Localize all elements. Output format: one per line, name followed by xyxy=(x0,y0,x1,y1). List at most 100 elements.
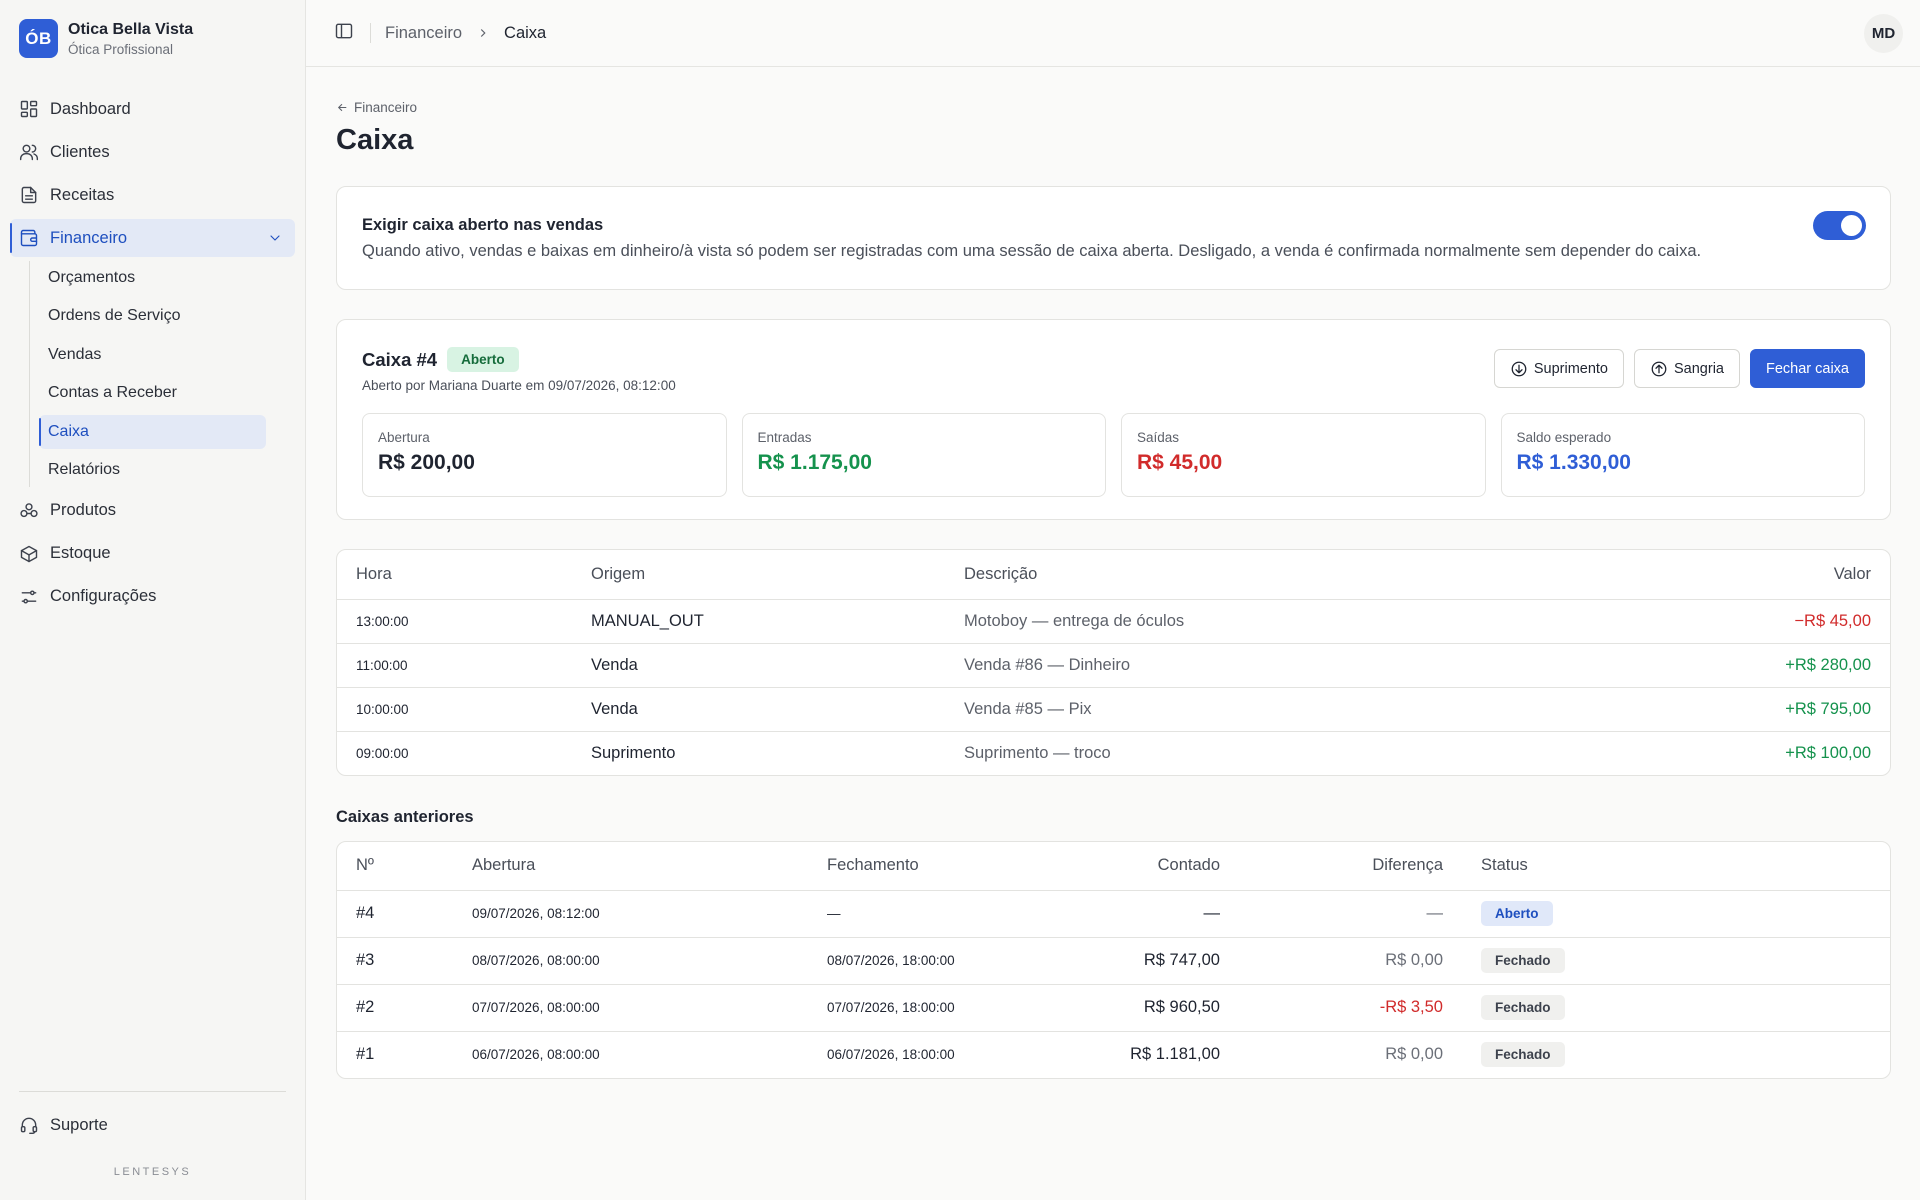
sidebar-item-label: Financeiro xyxy=(50,228,128,247)
cell-abertura: 06/07/2026, 08:00:00 xyxy=(472,1047,600,1063)
cell-status: Aberto xyxy=(1462,890,1890,938)
cell-hora: 10:00:00 xyxy=(337,687,572,732)
cell-origem: MANUAL_OUT xyxy=(572,599,945,644)
column-header-diferenca: Diferença xyxy=(1239,842,1462,891)
arrow-up-circle-icon xyxy=(1651,361,1667,376)
cell-descricao: Motoboy — entrega de óculos xyxy=(945,599,1568,644)
cell-descricao: Venda #85 — Pix xyxy=(945,687,1568,732)
cell-valor: +R$ 795,00 xyxy=(1567,687,1890,732)
table-row[interactable]: #3 08/07/2026, 08:00:00 08/07/2026, 18:00:… xyxy=(337,937,1890,985)
cell-fechamento: 08/07/2026, 18:00:00 xyxy=(808,937,1068,985)
close-cash-button[interactable]: Fechar caixa xyxy=(1749,349,1865,388)
table-row: 11:00:00 Venda Venda #86 — Dinheiro +R$ 280… xyxy=(337,643,1890,688)
stat-label: Saídas xyxy=(1137,430,1180,445)
cell-num: #1 xyxy=(356,1045,375,1064)
headset-icon xyxy=(20,1117,38,1135)
suprimento-button[interactable]: Suprimento xyxy=(1493,349,1624,388)
cell-valor: +R$ 100,00 xyxy=(1785,743,1871,762)
sidebar-item-label: Estoque xyxy=(50,544,111,563)
brand[interactable]: ÓB Otica Bella Vista Ótica Profissional xyxy=(0,0,305,60)
sidebar-item-label: Produtos xyxy=(50,501,117,520)
sidebar-item-receitas[interactable]: Receitas xyxy=(10,176,295,214)
cell-valor: +R$ 280,00 xyxy=(1567,643,1890,688)
box-icon xyxy=(20,545,38,563)
sidebar: ÓB Otica Bella Vista Ótica Profissional … xyxy=(0,0,306,1200)
cell-num: #2 xyxy=(337,984,453,1032)
stat-label: Abertura xyxy=(378,430,430,445)
sidebar-item-label: Clientes xyxy=(50,142,110,161)
toggle-knob xyxy=(1841,215,1862,236)
stat-saldo-esperado: Saldo esperado R$ 1.330,00 xyxy=(1500,413,1865,497)
cell-hora: 13:00:00 xyxy=(337,599,572,644)
require-open-cash-toggle[interactable] xyxy=(1813,211,1866,240)
subnav-item-ordens-de-servico[interactable]: Ordens de Serviço xyxy=(39,299,266,333)
cell-hora: 09:00:00 xyxy=(356,745,409,761)
subnav-item-orcamentos[interactable]: Orçamentos xyxy=(39,261,266,295)
cell-hora: 11:00:00 xyxy=(337,643,572,688)
table-row[interactable]: #1 06/07/2026, 08:00:00 06/07/2026, 18:00:… xyxy=(337,1031,1890,1078)
subnav-item-vendas[interactable]: Vendas xyxy=(39,338,266,372)
topbar: Financeiro Caixa MD xyxy=(306,0,1920,67)
stat-abertura: Abertura R$ 200,00 xyxy=(362,413,727,497)
cell-descricao: Venda #86 — Dinheiro xyxy=(945,643,1568,688)
cell-abertura: 09/07/2026, 08:12:00 xyxy=(453,890,808,938)
cell-fechamento: 06/07/2026, 18:00:00 xyxy=(827,1047,955,1063)
sangria-button[interactable]: Sangria xyxy=(1634,349,1740,388)
subnav-item-contas-a-receber[interactable]: Contas a Receber xyxy=(39,376,266,410)
support-label: Suporte xyxy=(50,1115,108,1134)
arrow-left-icon xyxy=(337,103,347,112)
footer-brand: LENTESYS xyxy=(113,1166,192,1178)
sidebar-item-dashboard[interactable]: Dashboard xyxy=(10,90,295,128)
cell-diferenca: R$ 0,00 xyxy=(1239,937,1462,985)
back-link[interactable]: Financeiro xyxy=(336,100,1891,115)
chevron-down-icon[interactable] xyxy=(267,230,283,246)
document-icon xyxy=(21,186,37,204)
require-open-cash-setting: Exigir caixa aberto nas vendas Quando at… xyxy=(336,186,1891,290)
sidebar-item-financeiro[interactable]: Financeiro xyxy=(10,219,295,257)
table-row[interactable]: #2 07/07/2026, 08:00:00 07/07/2026, 18:00:… xyxy=(337,984,1890,1032)
brand-name: Otica Bella Vista xyxy=(68,20,194,38)
stat-label: Entradas xyxy=(757,430,812,445)
cell-abertura: 08/07/2026, 08:00:00 xyxy=(453,937,808,985)
topbar-separator xyxy=(370,23,371,43)
status-badge: Aberto xyxy=(447,347,519,372)
sidebar-item-configuracoes[interactable]: Configurações xyxy=(10,578,295,616)
sidebar-item-estoque[interactable]: Estoque xyxy=(10,535,295,573)
column-header-abertura: Abertura xyxy=(453,842,808,891)
arrow-down-circle-icon xyxy=(1511,361,1527,376)
cell-contado: — xyxy=(1068,890,1239,938)
cell-diferenca: -R$ 3,50 xyxy=(1239,984,1462,1032)
previous-sessions-title: Caixas anteriores xyxy=(336,808,474,826)
back-link-label: Financeiro xyxy=(354,100,418,115)
cell-origem: Venda xyxy=(572,687,945,732)
cell-origem: Venda xyxy=(572,643,945,688)
page-title: Caixa xyxy=(336,124,414,156)
cell-fechamento: 07/07/2026, 18:00:00 xyxy=(808,984,1068,1032)
chevron-right-icon xyxy=(480,29,486,37)
sidebar-item-clientes[interactable]: Clientes xyxy=(10,133,295,171)
subnav-item-relatorios[interactable]: Relatórios xyxy=(39,453,266,487)
wallet-icon xyxy=(20,229,38,247)
status-badge: Fechado xyxy=(1481,948,1565,973)
cell-contado: R$ 960,50 xyxy=(1068,984,1239,1032)
column-header-fechamento: Fechamento xyxy=(808,842,1068,891)
table-header-row: Hora Origem Descrição Valor xyxy=(337,550,1890,600)
cell-num: #4 xyxy=(337,890,453,938)
table-header-row: Nº Abertura Fechamento Contado Diferença… xyxy=(337,842,1890,891)
cell-status: Fechado xyxy=(1462,984,1890,1032)
avatar[interactable]: MD xyxy=(1864,14,1903,53)
column-header-contado: Contado xyxy=(1068,842,1239,891)
subnav-item-caixa[interactable]: Caixa xyxy=(39,414,266,449)
brand-logo: ÓB xyxy=(19,19,58,58)
support-link[interactable]: Suporte xyxy=(10,1106,295,1144)
stat-value: R$ 1.175,00 xyxy=(757,451,872,474)
cell-abertura: 07/07/2026, 08:00:00 xyxy=(453,984,808,1032)
sidebar-nav: Dashboard Clientes Receitas Financeiro O… xyxy=(0,90,305,616)
sidebar-item-label: Dashboard xyxy=(50,99,131,118)
sidebar-toggle-button[interactable] xyxy=(334,21,354,46)
sidebar-item-label: Configurações xyxy=(50,587,157,606)
sidebar-item-produtos[interactable]: Produtos xyxy=(10,492,295,530)
breadcrumb-financeiro[interactable]: Financeiro xyxy=(385,24,462,43)
column-header-hora: Hora xyxy=(337,550,572,600)
table-row[interactable]: #4 09/07/2026, 08:12:00— — — Aberto xyxy=(337,890,1890,938)
